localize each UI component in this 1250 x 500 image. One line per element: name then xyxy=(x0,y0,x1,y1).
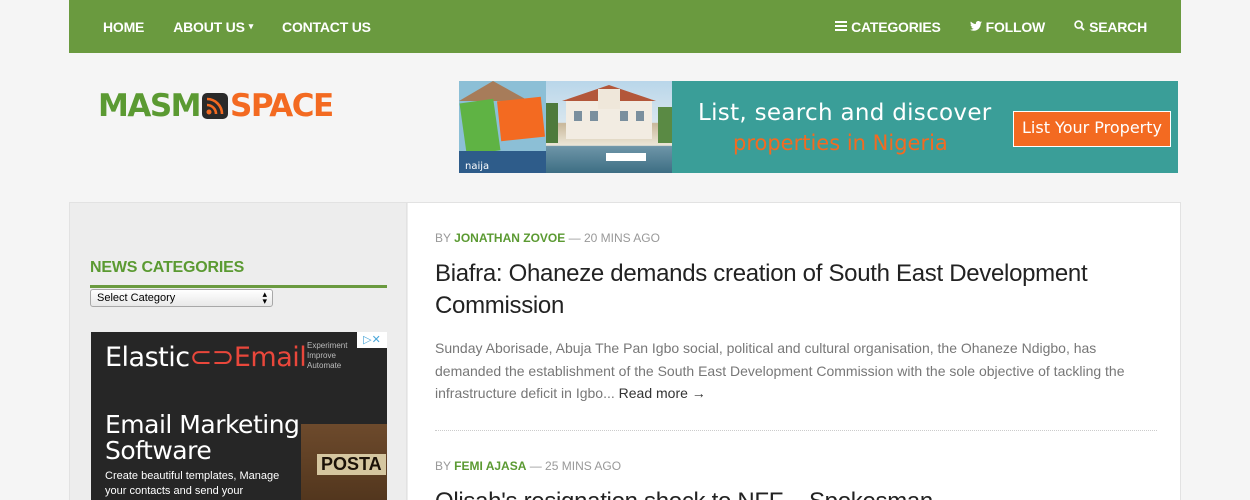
read-more-link[interactable]: Read more → xyxy=(619,385,706,401)
nav-contact-label: CONTACT US xyxy=(282,18,371,35)
ad-logo: Elastic⊂⊃Email xyxy=(105,342,307,373)
chevron-down-icon: ▾ xyxy=(248,21,254,31)
postbox-image: POSTA xyxy=(301,424,387,500)
ad-body: Create beautiful templates, Manage your … xyxy=(105,470,280,497)
nav-home[interactable]: HOME xyxy=(103,19,144,35)
twitter-icon xyxy=(969,20,982,34)
adchoices-icon[interactable]: ▷✕ xyxy=(357,332,387,348)
byline-prefix: BY xyxy=(435,459,451,473)
sidebar: NEWS CATEGORIES Select Category ▴ ▾ POSTA… xyxy=(70,203,407,500)
sidebar-divider xyxy=(90,285,387,288)
ad-tagline-2: Improve xyxy=(307,351,336,360)
rss-icon xyxy=(202,93,229,119)
top-nav: HOME ABOUT US ▾ CONTACT US CATEGORIES FOL… xyxy=(69,0,1181,53)
article-item: BY FEMI AJASA — 25 MINS AGO Olisah's res… xyxy=(435,459,1157,500)
article-time: — 20 MINS AGO xyxy=(568,231,660,245)
article-item: BY JONATHAN ZOVOE — 20 MINS AGO Biafra: … xyxy=(435,231,1157,405)
article-title[interactable]: Olisah's resignation shock to NFF – Spok… xyxy=(435,486,1157,500)
ad-tagline-3: Automate xyxy=(307,361,342,370)
article-excerpt-text: Sunday Aborisade, Abuja The Pan Igbo soc… xyxy=(435,340,1125,401)
property-banner-ad[interactable]: naija List, search and discover properti… xyxy=(459,81,1178,173)
article-divider xyxy=(435,430,1157,431)
ad-headline-2: Software xyxy=(105,436,212,465)
nav-about-us[interactable]: ABOUT US ▾ xyxy=(173,19,253,35)
search-icon xyxy=(1074,19,1085,34)
ad-logo-part1: Elastic xyxy=(105,342,190,373)
list-property-button[interactable]: List Your Property xyxy=(1013,111,1171,147)
list-icon xyxy=(835,20,848,34)
article-time: — 25 MINS AGO xyxy=(529,459,622,473)
news-categories-title: NEWS CATEGORIES xyxy=(90,259,245,276)
article-byline: BY JONATHAN ZOVOE — 20 MINS AGO xyxy=(435,231,1157,245)
article-title[interactable]: Biafra: Ohaneze demands creation of Sout… xyxy=(435,258,1157,322)
elastic-email-ad[interactable]: POSTA Elastic⊂⊃Email Experiment Improve … xyxy=(91,332,387,500)
house-image xyxy=(546,81,672,173)
nav-contact-us[interactable]: CONTACT US xyxy=(282,19,371,35)
article-byline: BY FEMI AJASA — 25 MINS AGO xyxy=(435,459,1157,473)
article-author[interactable]: JONATHAN ZOVOE xyxy=(454,231,565,245)
select-arrows-icon: ▴ ▾ xyxy=(262,289,267,306)
ad-headline-1: Email Marketing xyxy=(105,410,300,439)
nav-categories-label: CATEGORIES xyxy=(851,18,941,35)
category-select[interactable]: Select Category ▴ ▾ xyxy=(90,289,273,307)
nav-search-label: SEARCH xyxy=(1089,18,1147,35)
nav-follow-label: FOLLOW xyxy=(985,18,1046,35)
banner-brand: naija xyxy=(465,161,489,172)
category-select-value: Select Category xyxy=(97,292,176,304)
main-container: NEWS CATEGORIES Select Category ▴ ▾ POSTA… xyxy=(69,202,1181,500)
ad-postbox-sign: POSTA xyxy=(317,454,386,475)
ad-logo-part2: Email xyxy=(233,342,307,373)
ad-tagline-1: Experiment xyxy=(307,341,348,350)
article-list: BY JONATHAN ZOVOE — 20 MINS AGO Biafra: … xyxy=(408,203,1180,500)
logo-part2: SPACE xyxy=(230,88,334,124)
ad-tagline: Experiment Improve Automate xyxy=(307,341,347,371)
nav-categories[interactable]: CATEGORIES xyxy=(835,19,941,35)
buy-sell-sign-image: naija xyxy=(459,81,546,173)
nav-search[interactable]: SEARCH xyxy=(1074,19,1147,35)
site-logo[interactable]: MASM SPACE xyxy=(98,86,334,126)
nav-follow[interactable]: FOLLOW xyxy=(969,18,1046,35)
ad-headline: Email Marketing Software xyxy=(105,410,300,465)
nav-home-label: HOME xyxy=(103,18,145,35)
article-author[interactable]: FEMI AJASA xyxy=(454,459,526,473)
nav-left: HOME ABOUT US ▾ CONTACT US xyxy=(103,19,400,35)
nav-about-label: ABOUT US xyxy=(173,18,245,35)
nav-right: CATEGORIES FOLLOW SEARCH xyxy=(806,19,1147,35)
link-icon: ⊂⊃ xyxy=(189,342,235,373)
article-excerpt: Sunday Aborisade, Abuja The Pan Igbo soc… xyxy=(435,337,1157,405)
byline-prefix: BY xyxy=(435,231,451,245)
logo-part1: MASM xyxy=(98,88,202,124)
